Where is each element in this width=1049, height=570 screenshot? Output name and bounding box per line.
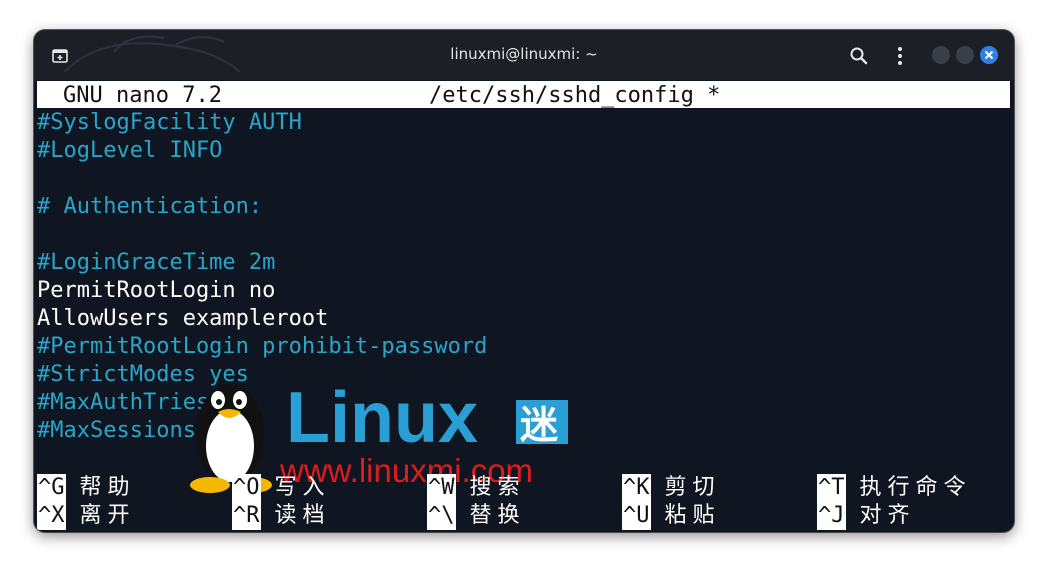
- config-line[interactable]: # Authentication:: [37, 193, 262, 221]
- shortcut-justify[interactable]: ^J 对齐: [817, 502, 916, 530]
- shortcut-label: 帮助: [79, 475, 136, 500]
- shortcut-key: ^O: [232, 474, 261, 502]
- config-line[interactable]: #LogLevel INFO: [37, 137, 222, 165]
- shortcut-execute[interactable]: ^T 执行命令: [817, 474, 972, 502]
- watermark-brand: Linux: [286, 378, 478, 458]
- shortcut-label: 写入: [274, 475, 331, 500]
- nano-header: GNU nano 7.2 /etc/ssh/sshd_config *: [37, 81, 1010, 108]
- shortcut-key: ^K: [622, 474, 651, 502]
- shortcut-key: ^J: [817, 502, 846, 530]
- shortcut-replace[interactable]: ^\ 替换: [427, 502, 526, 530]
- shortcut-label: 离开: [79, 503, 136, 528]
- title-bar[interactable]: linuxmi@linuxmi: ~: [34, 30, 1014, 80]
- shortcut-read[interactable]: ^R 读档: [232, 502, 331, 530]
- menu-icon[interactable]: [892, 44, 908, 68]
- shortcut-label: 替换: [469, 503, 526, 528]
- shortcut-help[interactable]: ^G 帮助: [37, 474, 136, 502]
- shortcut-search[interactable]: ^W 搜索: [427, 474, 526, 502]
- nano-version: GNU nano 7.2: [63, 83, 222, 108]
- shortcut-label: 剪切: [664, 475, 721, 500]
- nano-filename: /etc/ssh/sshd_config *: [429, 83, 721, 108]
- shortcut-key: ^T: [817, 474, 846, 502]
- close-icon[interactable]: [980, 46, 998, 64]
- shortcut-paste[interactable]: ^U 粘贴: [622, 502, 721, 530]
- watermark-brand-cn: 迷: [520, 403, 558, 447]
- shortcut-label: 粘贴: [664, 503, 721, 528]
- terminal-content[interactable]: GNU nano 7.2 /etc/ssh/sshd_config * #Sys…: [34, 80, 1014, 532]
- shortcut-write[interactable]: ^O 写入: [232, 474, 331, 502]
- shortcut-key: ^X: [37, 502, 66, 530]
- shortcut-key: ^W: [427, 474, 456, 502]
- shortcut-key: ^G: [37, 474, 66, 502]
- shortcut-exit[interactable]: ^X 离开: [37, 502, 136, 530]
- terminal-window: linuxmi@linuxmi: ~ GNU nano 7.2 /etc/ssh…: [34, 30, 1014, 532]
- shortcut-key: ^\: [427, 502, 456, 530]
- shortcut-key: ^U: [622, 502, 651, 530]
- shortcut-label: 搜索: [469, 475, 526, 500]
- config-line[interactable]: #SyslogFacility AUTH: [37, 109, 302, 137]
- maximize-icon[interactable]: [956, 46, 974, 64]
- minimize-icon[interactable]: [932, 46, 950, 64]
- config-line[interactable]: AllowUsers exampleroot: [37, 305, 328, 333]
- shortcut-label: 执行命令: [859, 475, 972, 500]
- shortcut-cut[interactable]: ^K 剪切: [622, 474, 721, 502]
- shortcut-label: 读档: [274, 503, 331, 528]
- shortcut-label: 对齐: [859, 503, 916, 528]
- config-line[interactable]: #LoginGraceTime 2m: [37, 249, 275, 277]
- shortcut-key: ^R: [232, 502, 261, 530]
- search-icon[interactable]: [848, 45, 870, 67]
- config-line[interactable]: PermitRootLogin no: [37, 277, 275, 305]
- config-line[interactable]: #PermitRootLogin prohibit-password: [37, 333, 487, 361]
